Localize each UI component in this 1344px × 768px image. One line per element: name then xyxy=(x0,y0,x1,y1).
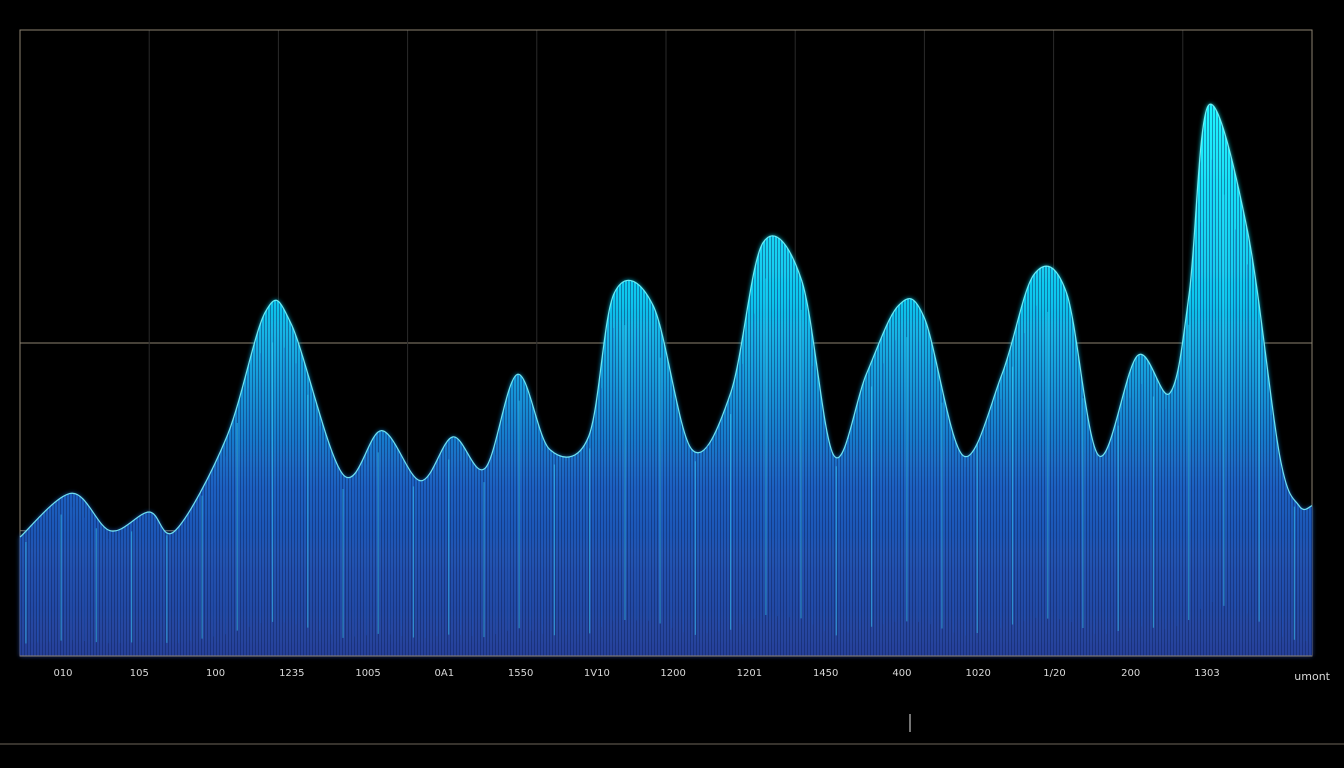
x-tick-label: 105 xyxy=(130,668,149,679)
x-tick-label: 100 xyxy=(206,668,225,679)
x-tick-label: 1005 xyxy=(355,668,380,679)
x-tick-label: 010 xyxy=(53,668,72,679)
x-tick-label: 1450 xyxy=(813,668,838,679)
x-tick-label: 200 xyxy=(1121,668,1140,679)
x-tick-label: 1200 xyxy=(660,668,685,679)
x-tick-label: 400 xyxy=(892,668,911,679)
x-tick-label: 1550 xyxy=(508,668,533,679)
x-tick-label: 1020 xyxy=(965,668,990,679)
x-tick-label: 1V10 xyxy=(584,668,610,679)
x-tick-label: 0A1 xyxy=(435,668,455,679)
x-tick-label: 1/20 xyxy=(1043,668,1065,679)
x-axis-ticks: 010 105 100 1235 1005 0A1 1550 1V10 1200 1201 1450… xyxy=(53,668,1219,679)
x-tick-label: 1235 xyxy=(279,668,304,679)
waveform-chart: 010 105 100 1235 1005 0A1 1550 1V10 1200 1201 1450… xyxy=(0,29,1344,745)
x-tick-label: 1303 xyxy=(1194,668,1219,679)
x-axis-unit-label: umont xyxy=(1294,670,1330,683)
x-tick-label: 1201 xyxy=(737,668,762,679)
